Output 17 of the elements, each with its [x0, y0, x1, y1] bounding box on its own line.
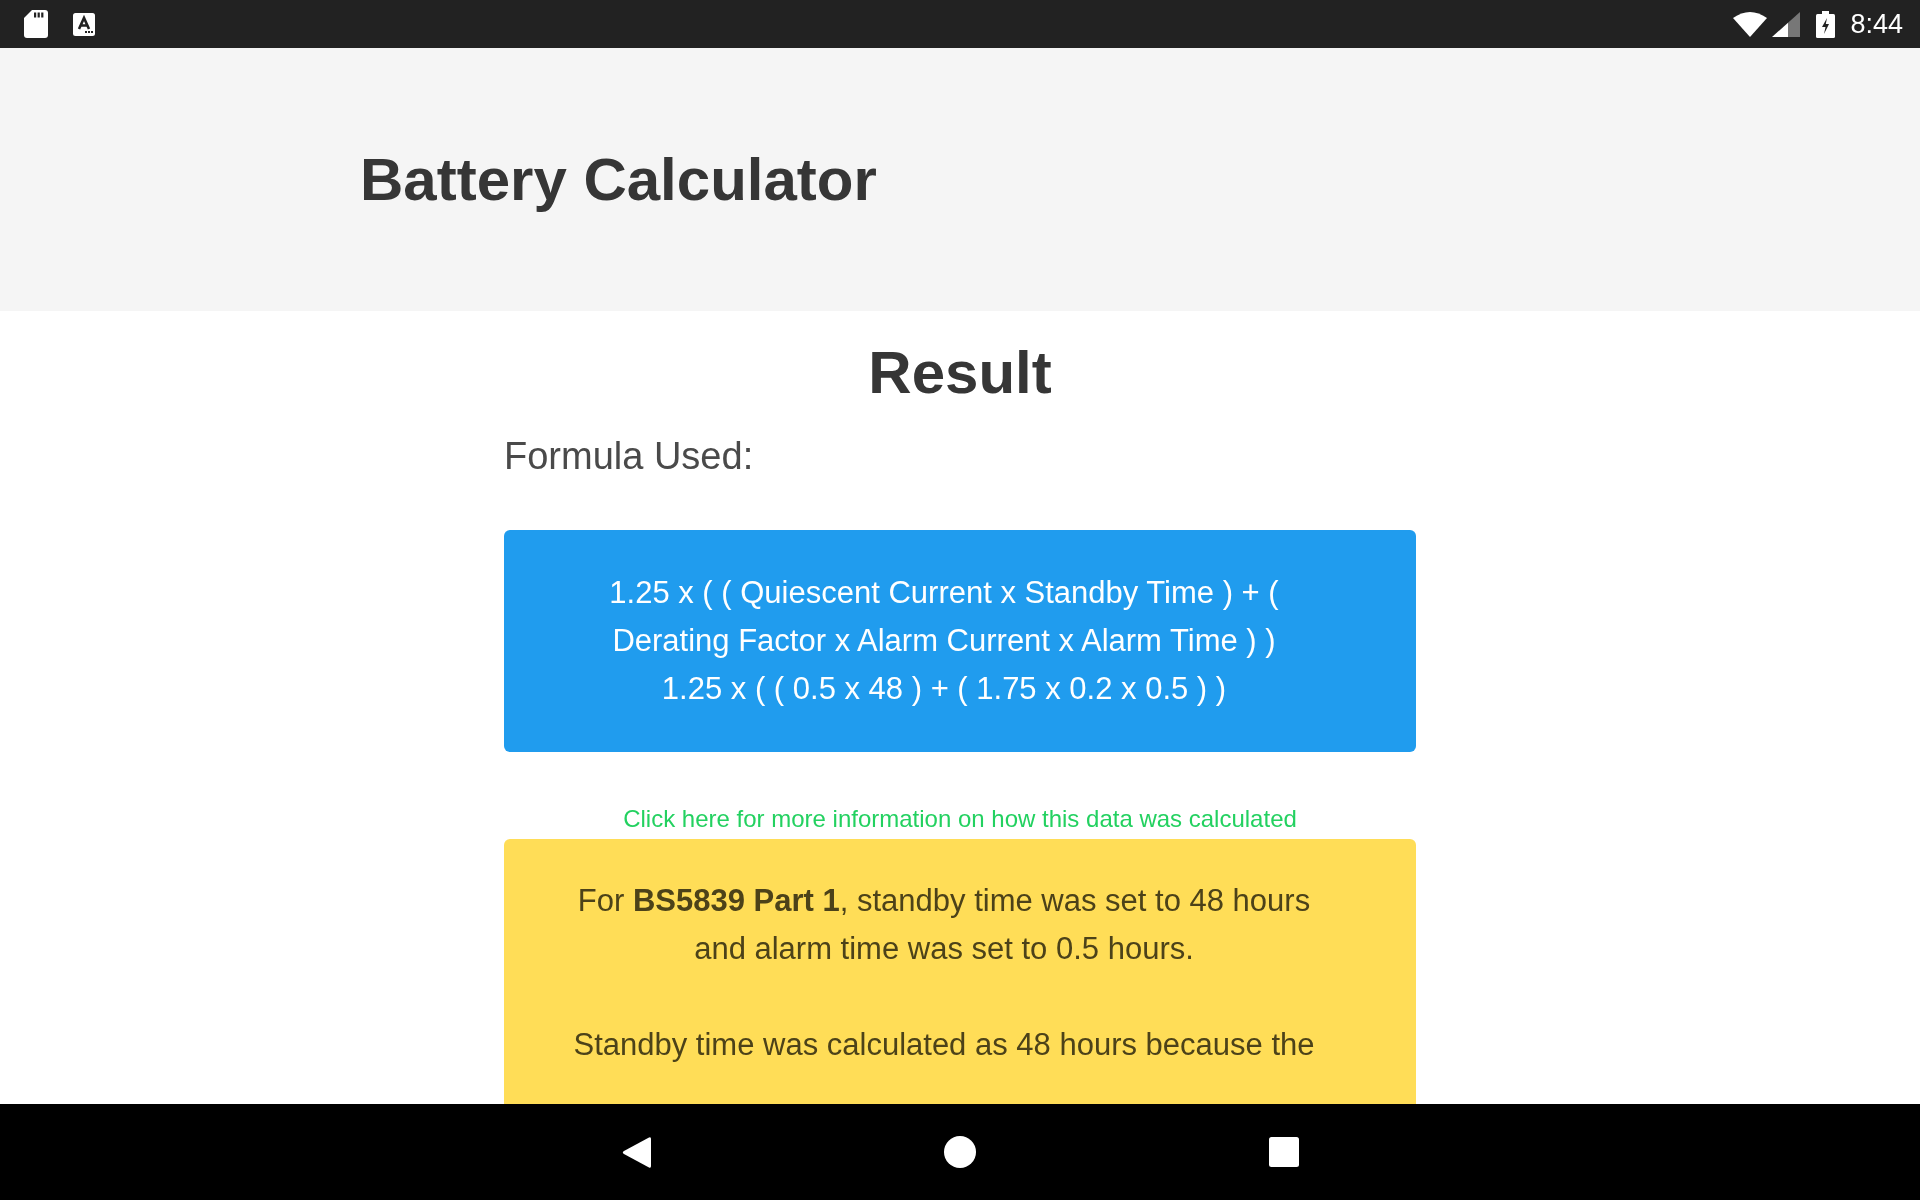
- home-icon[interactable]: [943, 1136, 976, 1168]
- back-icon[interactable]: [621, 1135, 651, 1169]
- status-time: 8:44: [1850, 10, 1903, 38]
- page-title: Battery Calculator: [360, 144, 877, 215]
- info-link[interactable]: Click here for more information on how this data was calculated: [623, 805, 1297, 832]
- notice-text: For BS5839 Part 1, standby time was set to 48 hours and alarm time was set to 0.5 hours.: [576, 882, 1312, 968]
- calculation-text: 1.25 x ( ( 0.5 x 48 ) + ( 1.75 x 0.2 x 0.5 ) ): [660, 670, 1228, 708]
- formula-label: Formula Used:: [504, 434, 755, 479]
- sd-card-icon: [24, 10, 48, 38]
- letter-tile-icon: [73, 12, 95, 36]
- result-heading: Result: [867, 338, 1053, 408]
- recent-apps-icon[interactable]: [1268, 1137, 1299, 1167]
- signal-icon: [1772, 11, 1801, 37]
- formula-text: 1.25 x ( ( Quiescent Current x Standby Time ) + ( Derating Factor x Alarm Current x Alarm Time ) ): [608, 574, 1280, 660]
- notice-text: Standby time was calculated as 48 hours because the: [572, 1026, 1316, 1064]
- battery-charging-icon: [1816, 10, 1836, 38]
- wifi-icon: [1733, 11, 1768, 37]
